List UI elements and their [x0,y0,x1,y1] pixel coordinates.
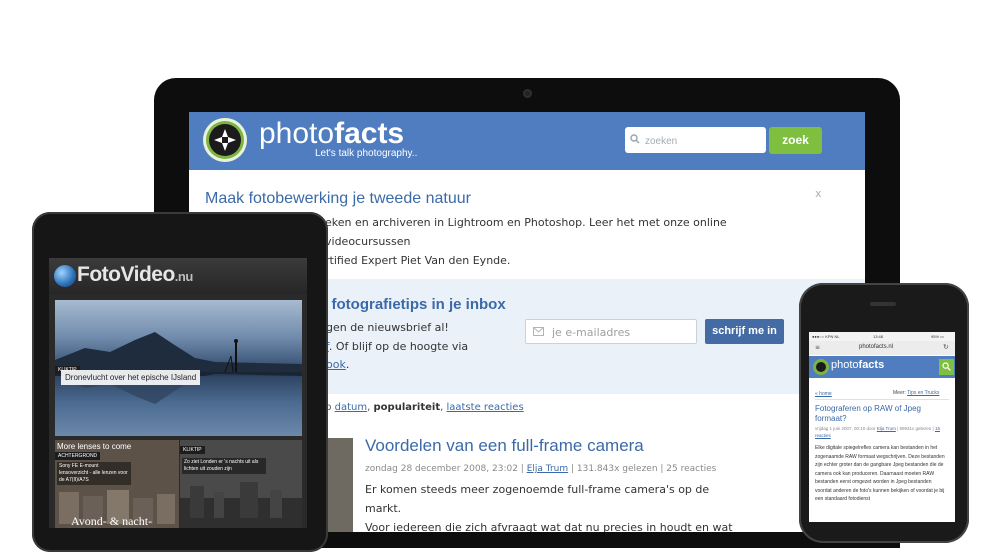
url-text[interactable]: photofacts.nl [859,344,893,350]
phone-speaker [870,302,896,306]
card-left-tag: ACHTERGROND [55,452,101,460]
article-title[interactable]: Voordelen van een full-frame camera [365,436,644,456]
hero-image[interactable]: KLIKTIP Dronevlucht over het epische IJs… [55,300,302,436]
mobile-article-body: Elke digitale spiegelreflex camera kan b… [815,445,945,502]
newsletter-line-2: ef. Of blijf op de hoogte via [319,340,468,353]
search-input[interactable] [643,130,765,152]
newsletter-line-1: ngen de nieuwsbrief al! [319,321,449,334]
photofacts-logo-icon[interactable] [813,359,829,375]
email-input[interactable] [550,322,694,343]
tips-link[interactable]: Tips en Trucks [907,390,939,396]
article-excerpt: Er komen steeds meer zogenoemde full-fra… [365,483,733,532]
search-icon [630,134,640,144]
author-link[interactable]: Elja Trum [527,464,568,474]
search-field[interactable] [625,127,766,153]
mobile-article-title[interactable]: Fotograferen op RAW of Jpeg formaat? [815,404,935,424]
card-right-tag: KLIKTIP [180,446,205,454]
tablet-screen: FotoVideo.nu KLIKTIP Dronevlucht over he… [49,258,307,528]
sort-by-date[interactable]: datum [335,402,367,413]
email-field[interactable] [525,319,697,344]
search-icon [942,362,951,371]
site-tagline: Let's talk photography.. [315,148,418,159]
promo-title[interactable]: Maak fotobewerking je tweede natuur [205,190,471,208]
photofacts-logo-icon[interactable] [203,118,247,162]
mobile-site-logo[interactable]: photofacts [831,359,884,371]
more-links: Meer: Tips en Trucks [893,390,940,396]
site-logo[interactable]: photofacts [259,117,404,151]
search-button[interactable]: zoek [769,127,822,154]
article-card-right[interactable]: KLIKTIP Zo ziet Londen er 's nachts uit … [180,440,302,528]
mobile-search-button[interactable] [939,359,954,375]
card-left-text: Sony FE E-mount lensoverzicht - alle len… [57,462,131,485]
close-icon[interactable]: x [815,187,822,200]
mobile-author-link[interactable]: Elja Trum [877,426,896,431]
menu-icon[interactable]: ≡ [815,344,820,351]
browser-url-bar[interactable]: ≡ photofacts.nl ↻ [809,341,955,355]
sort-by-popularity[interactable]: populariteit [374,402,441,413]
subscribe-button[interactable]: schrijf me in [705,319,784,344]
divider [815,399,949,400]
hero-caption[interactable]: Dronevlucht over het epische IJsland [61,370,201,385]
site-header: photofacts Let's talk photography.. zoek [189,112,865,170]
mail-icon [533,327,544,336]
globe-icon [54,265,76,287]
home-link[interactable]: « home [815,391,832,397]
status-bar: ●●●○○ KPN NL 13:48 95% ▭ [809,332,955,341]
fotovideo-header: FotoVideo.nu [49,258,307,294]
bottom-article-title[interactable]: Avond- & nacht- [71,514,152,528]
sort-by-latest-reactions[interactable]: laatste reacties [447,402,524,413]
fotovideo-logo[interactable]: FotoVideo.nu [77,263,193,287]
card-right-text: Zo ziet Londen er 's nachts uit als lich… [182,458,266,474]
reload-icon[interactable]: ↻ [943,343,949,351]
mobile-article-meta: vrijdag 1 juni 2007, 00:10 door Elja Tru… [815,426,940,438]
article-meta: zondag 28 december 2008, 23:02 | Elja Tr… [365,464,717,474]
city-illustration [180,482,302,528]
phone-screen: ●●●○○ KPN NL 13:48 95% ▭ ≡ photofacts.nl… [809,332,955,522]
card-left-title: More lenses to come [57,442,132,451]
webcam-icon [523,89,532,98]
mobile-site-header: photofacts [809,356,955,378]
